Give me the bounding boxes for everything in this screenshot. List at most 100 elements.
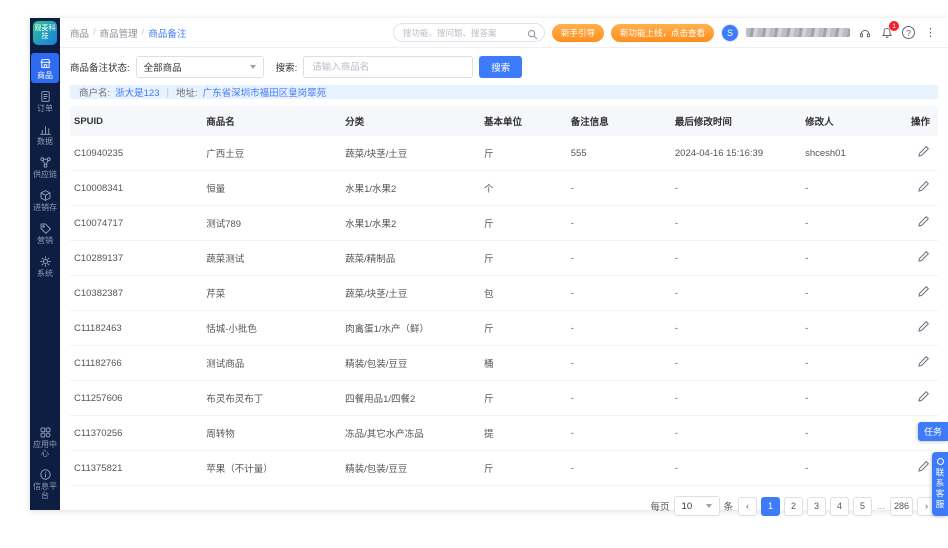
- table-cell: 苹果（不计量）: [200, 450, 340, 486]
- table-cell: C10289137: [70, 240, 201, 276]
- help-icon[interactable]: ?: [901, 25, 916, 40]
- page-button[interactable]: 5: [853, 496, 873, 516]
- table-cell: 水果1/水果2: [339, 170, 478, 206]
- table-cell: 肉禽蛋1/水产（鲜）: [339, 310, 478, 346]
- supply-icon: [39, 156, 52, 169]
- edit-icon[interactable]: [917, 250, 930, 263]
- sidebar-item-label: 订单: [37, 104, 53, 113]
- table-cell: shcesh01: [799, 136, 895, 171]
- product-name-input[interactable]: [303, 56, 474, 78]
- table-cell: 斤: [477, 450, 565, 486]
- breadcrumb-active[interactable]: 商品备注: [148, 26, 186, 40]
- column-header: 商品名: [200, 106, 340, 136]
- table-cell: -: [564, 380, 669, 416]
- more-icon[interactable]: ⋮: [923, 25, 938, 40]
- status-filter-value: 全部商品: [143, 63, 182, 74]
- operation-cell: [894, 240, 938, 276]
- table-cell: C10074717: [70, 205, 201, 241]
- sidebar-item-orders[interactable]: 订单: [31, 86, 59, 116]
- table-cell: 斤: [477, 240, 565, 276]
- edit-icon[interactable]: [917, 355, 930, 368]
- products-table: SPUID 商品名 分类 基本单位 备注信息 最后修改时间 修改人 操作 C10940235 广…: [70, 106, 938, 486]
- bell-icon[interactable]: 1: [879, 21, 899, 40]
- merchant-divider: |: [166, 86, 169, 98]
- system-icon: [39, 255, 52, 268]
- sidebar-item-label: 进销存: [33, 203, 57, 212]
- table-cell: 冻品/其它水产冻品: [339, 415, 478, 451]
- merchant-name-link[interactable]: 浙大是123: [115, 85, 159, 99]
- breadcrumb-item[interactable]: 商品: [70, 26, 89, 40]
- app-logo[interactable]: 观麦科技: [33, 21, 57, 45]
- page-button[interactable]: 1: [761, 496, 781, 516]
- sidebar-item-supply-chain[interactable]: 供应链: [31, 152, 59, 182]
- table-cell: 芹菜: [200, 275, 340, 311]
- page-button[interactable]: 2: [784, 496, 804, 516]
- table-cell: C11375821: [70, 450, 201, 486]
- avatar[interactable]: S: [721, 23, 739, 42]
- status-filter-select[interactable]: 全部商品: [135, 56, 264, 78]
- table-cell: 精装/包装/豆豆: [339, 345, 478, 381]
- table-cell: -: [564, 170, 669, 206]
- table-cell: 水果1/水果2: [339, 205, 478, 241]
- table-cell: -: [668, 205, 800, 241]
- customer-service-tab[interactable]: 联系客服: [932, 452, 948, 516]
- table-row: C11370256 周转物 冻品/其它水产冻品提 - - -: [70, 415, 938, 451]
- edit-icon[interactable]: [917, 215, 930, 228]
- edit-icon[interactable]: [917, 390, 930, 403]
- prev-page-button[interactable]: ‹: [738, 496, 758, 516]
- sidebar-item-data[interactable]: 数据: [31, 119, 59, 149]
- breadcrumb-item[interactable]: 商品管理: [100, 26, 138, 40]
- sidebar-item-marketing[interactable]: 营销: [31, 218, 59, 248]
- store-icon: [39, 57, 52, 70]
- sidebar-item-system[interactable]: 系统: [31, 251, 59, 281]
- search-button[interactable]: 搜索: [479, 56, 523, 78]
- merchant-address-link[interactable]: 广东省深圳市福田区皇岗翠苑: [203, 85, 327, 99]
- edit-icon[interactable]: [917, 285, 930, 298]
- per-page-select[interactable]: 10: [673, 496, 720, 516]
- edit-icon[interactable]: [917, 320, 930, 333]
- sidebar-item-label: 信息平台: [33, 482, 57, 500]
- table-cell: 个: [477, 170, 565, 206]
- page-ellipsis: ...: [877, 500, 885, 512]
- page-button[interactable]: 286: [889, 496, 913, 516]
- table-cell: 包: [477, 275, 565, 311]
- edit-icon[interactable]: [917, 460, 930, 473]
- table-cell: -: [799, 240, 895, 276]
- sidebar-item-app-center[interactable]: 应用中心: [31, 422, 59, 461]
- column-header: 最后修改时间: [668, 106, 800, 136]
- page-button[interactable]: 3: [807, 496, 827, 516]
- support-headset-icon[interactable]: [857, 25, 872, 40]
- table-row: C11257606 布灵布灵布丁 四餐用品1/四餐2 斤 - - -: [70, 380, 938, 416]
- table-row: C10382387 芹菜 蔬菜/块茎/土豆包 - - -: [70, 275, 938, 311]
- sidebar-item-label: 应用中心: [33, 440, 57, 458]
- table-cell: 蔬菜测试: [200, 240, 340, 276]
- task-tab[interactable]: 任务: [917, 422, 948, 441]
- table-header: SPUID 商品名 分类 基本单位 备注信息 最后修改时间 修改人 操作: [70, 106, 938, 136]
- sidebar-item-label: 系统: [37, 269, 53, 278]
- table-cell: 恒量: [200, 170, 340, 206]
- sidebar-item-label: 营销: [37, 236, 53, 245]
- page-button[interactable]: 4: [830, 496, 850, 516]
- notification-badge: 1: [889, 21, 899, 31]
- sidebar-item-info-platform[interactable]: 信息平台: [31, 464, 59, 503]
- guide-button[interactable]: 新手引导: [551, 23, 604, 42]
- table-cell: -: [799, 345, 895, 381]
- search-icon[interactable]: [527, 27, 538, 40]
- breadcrumb: 商品 / 商品管理 / 商品备注: [70, 26, 186, 40]
- edit-icon[interactable]: [917, 145, 930, 158]
- table-row: C10289137 蔬菜测试 蔬菜/精制品斤 - - -: [70, 240, 938, 276]
- topbar: 商品/商品管理/商品备注 新手引导 新功能上线，点击查看 S 1: [60, 18, 948, 48]
- marketing-icon: [39, 222, 52, 235]
- global-search-input[interactable]: [392, 23, 545, 43]
- table-cell: 提: [477, 415, 565, 451]
- sidebar-item-goods[interactable]: 商品: [31, 53, 59, 83]
- table-cell: 蔬菜/精制品: [339, 240, 478, 276]
- promo-button[interactable]: 新功能上线，点击查看: [610, 23, 714, 42]
- table-cell: -: [668, 415, 800, 451]
- pagination: 每页 10 条 ‹ 1 2 3 4 5... 286 ›: [70, 486, 938, 516]
- global-search: [392, 23, 545, 43]
- status-filter-label: 商品备注状态:: [70, 63, 130, 74]
- table-cell: -: [564, 275, 669, 311]
- edit-icon[interactable]: [917, 180, 930, 193]
- sidebar-item-inventory[interactable]: 进销存: [31, 185, 59, 215]
